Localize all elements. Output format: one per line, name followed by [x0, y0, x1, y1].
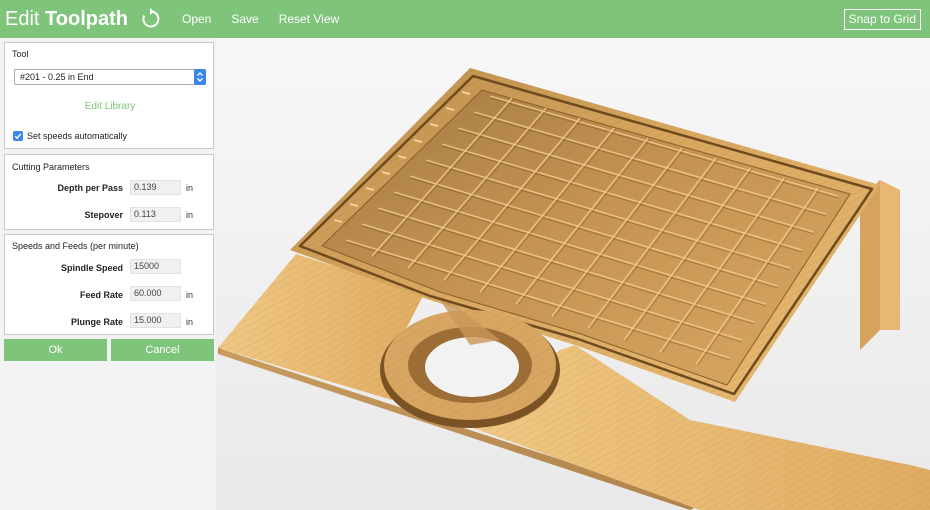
app-title: Edit Toolpath: [0, 8, 128, 31]
save-button[interactable]: Save: [231, 12, 258, 26]
cutting-section-title: Cutting Parameters: [12, 162, 90, 172]
auto-speeds-row: Set speeds automatically: [13, 131, 127, 141]
3d-viewport[interactable]: [216, 38, 930, 510]
reset-view-button[interactable]: Reset View: [279, 12, 339, 26]
depth-unit: in: [186, 183, 194, 193]
ok-button[interactable]: Ok: [4, 339, 107, 361]
stepover-unit: in: [186, 210, 194, 220]
updown-chevron-icon: [194, 69, 206, 85]
rotate-icon[interactable]: [138, 7, 162, 31]
snap-to-grid-button[interactable]: Snap to Grid: [843, 9, 921, 30]
spindle-input[interactable]: 15000: [130, 259, 181, 274]
tool-panel: Tool #201 - 0.25 in End Edit Library Set…: [4, 42, 214, 149]
open-button[interactable]: Open: [182, 12, 211, 26]
stepover-label: Stepover: [84, 210, 123, 220]
depth-label: Depth per Pass: [57, 183, 123, 193]
feed-input[interactable]: 60.000: [130, 286, 181, 301]
plunge-unit: in: [186, 317, 194, 327]
spindle-label: Spindle Speed: [60, 263, 123, 273]
auto-speeds-label: Set speeds automatically: [27, 131, 128, 141]
tool-select[interactable]: #201 - 0.25 in End: [14, 69, 206, 85]
check-icon: [14, 133, 22, 140]
title-prefix: Edit: [5, 7, 40, 30]
cancel-button[interactable]: Cancel: [111, 339, 214, 361]
speeds-section-title: Speeds and Feeds (per minute): [12, 241, 139, 251]
depth-input[interactable]: 0.139: [130, 180, 181, 195]
feed-unit: in: [186, 290, 194, 300]
tool-select-value: #201 - 0.25 in End: [20, 72, 94, 82]
cutting-parameters-panel: Cutting Parameters Depth per Pass 0.139 …: [4, 154, 214, 230]
edit-library-link[interactable]: Edit Library: [5, 101, 215, 112]
title-bold: Toolpath: [45, 7, 128, 30]
plunge-input[interactable]: 15.000: [130, 313, 181, 328]
stepover-input[interactable]: 0.113: [130, 207, 181, 222]
plunge-label: Plunge Rate: [70, 317, 123, 327]
feed-label: Feed Rate: [79, 290, 123, 300]
auto-speeds-checkbox[interactable]: [13, 131, 23, 141]
speeds-feeds-panel: Speeds and Feeds (per minute) Spindle Sp…: [4, 234, 214, 335]
tool-section-title: Tool: [12, 49, 29, 59]
top-bar: Edit Toolpath Open Save Reset View Snap …: [0, 0, 930, 38]
